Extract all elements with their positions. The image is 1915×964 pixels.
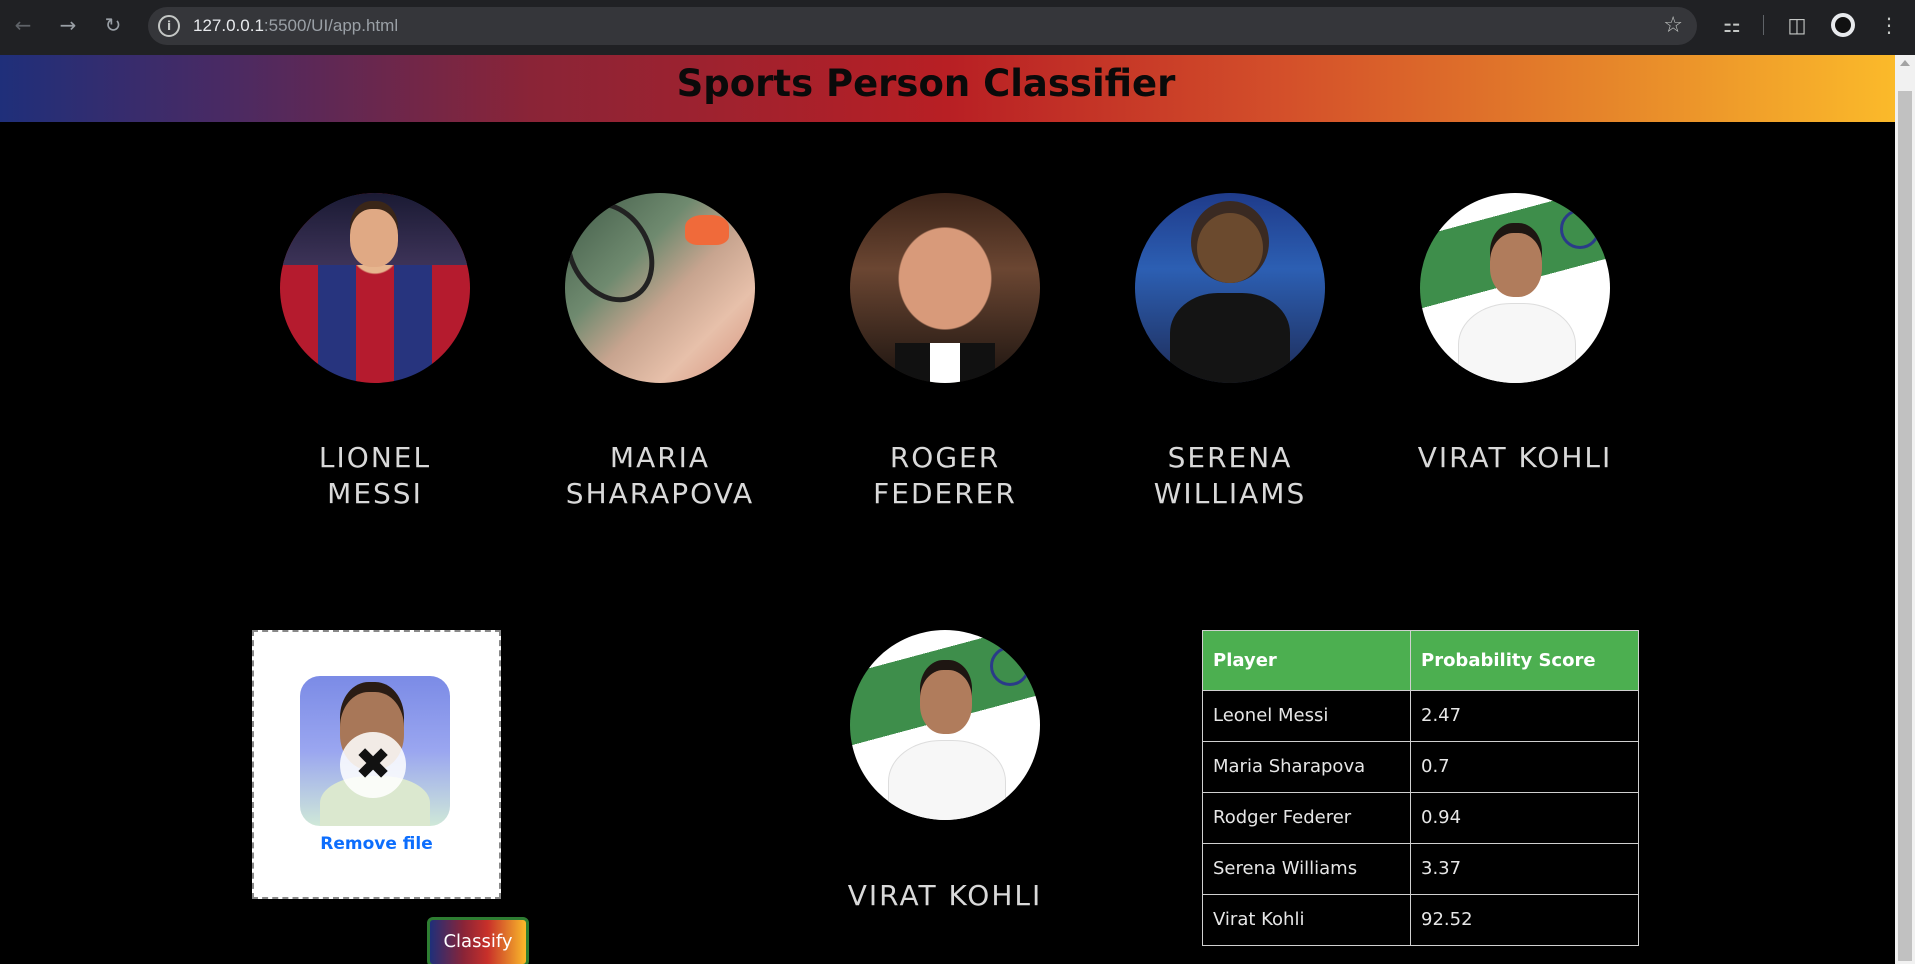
scrollbar-thumb[interactable] bbox=[1898, 91, 1912, 961]
player-card-federer: ROGER FEDERER bbox=[845, 193, 1045, 512]
player-photo-sharapova bbox=[565, 193, 755, 383]
site-info-icon[interactable]: i bbox=[158, 15, 180, 37]
player-name: ROGER FEDERER bbox=[873, 441, 1017, 510]
column-header-score: Probability Score bbox=[1410, 630, 1639, 691]
remove-file-icon[interactable]: ✖ bbox=[340, 732, 406, 798]
player-name: MARIA SHARAPOVA bbox=[565, 441, 755, 510]
table-row: Maria Sharapova 0.7 bbox=[1202, 741, 1639, 793]
player-photo-virat bbox=[1420, 193, 1610, 383]
page-title: Sports Person Classifier bbox=[676, 62, 1176, 105]
player-name: SERENA WILLIAMS bbox=[1153, 441, 1307, 510]
browser-toolbar: ← → ↻ i 127.0.0.1:5500/UI/app.html ☆ ⚏ ◫… bbox=[0, 0, 1915, 55]
score-cell: 0.7 bbox=[1410, 741, 1639, 793]
player-name: VIRAT KOHLI bbox=[1417, 441, 1613, 474]
page-viewport: Sports Person Classifier LIONEL MESSI MA… bbox=[0, 55, 1895, 964]
probability-table: Player Probability Score Leonel Messi 2.… bbox=[1202, 630, 1639, 946]
column-header-player: Player bbox=[1202, 630, 1411, 691]
page-header: Sports Person Classifier bbox=[0, 55, 1895, 122]
player-card-messi: LIONEL MESSI bbox=[275, 193, 475, 512]
player-cell: Serena Williams bbox=[1202, 843, 1411, 895]
player-card-sharapova: MARIA SHARAPOVA bbox=[560, 193, 760, 512]
toolbar-divider bbox=[1763, 15, 1764, 35]
table-header-row: Player Probability Score bbox=[1202, 630, 1639, 691]
table-row: Serena Williams 3.37 bbox=[1202, 843, 1639, 895]
score-cell: 92.52 bbox=[1410, 894, 1639, 946]
score-cell: 0.94 bbox=[1410, 792, 1639, 844]
vertical-scrollbar[interactable] bbox=[1895, 55, 1915, 964]
table-row: Leonel Messi 2.47 bbox=[1202, 690, 1639, 742]
player-name: LIONEL MESSI bbox=[318, 441, 432, 510]
flag-chakra bbox=[1560, 209, 1600, 249]
table-row: Rodger Federer 0.94 bbox=[1202, 792, 1639, 844]
reload-icon[interactable]: ↻ bbox=[100, 12, 126, 38]
scroll-up-arrow-icon[interactable] bbox=[1900, 60, 1910, 66]
forward-icon[interactable]: → bbox=[55, 12, 81, 38]
profile-avatar-icon[interactable] bbox=[1831, 13, 1855, 37]
player-cell: Rodger Federer bbox=[1202, 792, 1411, 844]
score-cell: 3.37 bbox=[1410, 843, 1639, 895]
result-card: VIRAT KOHLI bbox=[845, 630, 1045, 914]
bookmark-star-icon[interactable]: ☆ bbox=[1663, 13, 1683, 39]
upload-dropzone[interactable]: ✖ Remove file bbox=[252, 630, 501, 899]
table-row: Virat Kohli 92.52 bbox=[1202, 894, 1639, 946]
player-card-virat: VIRAT KOHLI bbox=[1415, 193, 1615, 476]
player-photo-messi bbox=[280, 193, 470, 383]
address-bar[interactable]: i 127.0.0.1:5500/UI/app.html ☆ bbox=[148, 7, 1697, 45]
url-text[interactable]: 127.0.0.1:5500/UI/app.html bbox=[193, 7, 398, 45]
player-cell: Virat Kohli bbox=[1202, 894, 1411, 946]
flag-chakra bbox=[990, 646, 1030, 686]
result-player-name: VIRAT KOHLI bbox=[847, 879, 1043, 912]
classify-button[interactable]: Classify bbox=[427, 917, 529, 964]
extensions-icon[interactable]: ⚏ bbox=[1719, 12, 1745, 38]
result-photo bbox=[850, 630, 1040, 820]
player-card-serena: SERENA WILLIAMS bbox=[1130, 193, 1330, 512]
side-panel-icon[interactable]: ◫ bbox=[1784, 12, 1810, 38]
player-cell: Leonel Messi bbox=[1202, 690, 1411, 742]
player-photo-serena bbox=[1135, 193, 1325, 383]
back-icon[interactable]: ← bbox=[10, 12, 36, 38]
player-photo-federer bbox=[850, 193, 1040, 383]
remove-file-link[interactable]: Remove file bbox=[254, 832, 499, 856]
score-cell: 2.47 bbox=[1410, 690, 1639, 742]
menu-kebab-icon[interactable]: ⋮ bbox=[1876, 12, 1902, 38]
player-cell: Maria Sharapova bbox=[1202, 741, 1411, 793]
